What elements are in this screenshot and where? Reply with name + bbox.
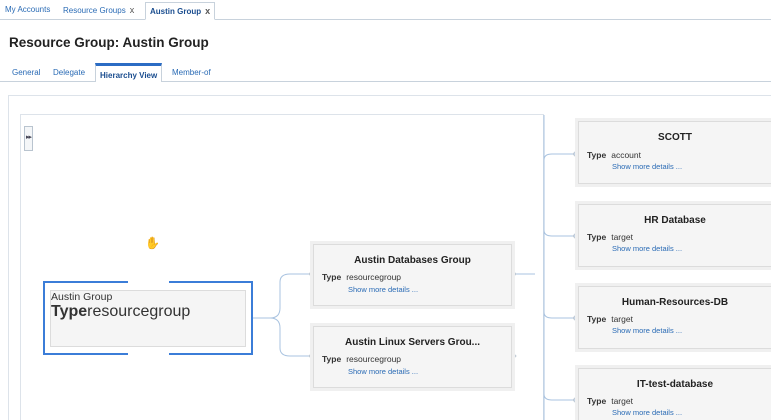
node-type: Type account (587, 150, 641, 160)
show-more-details-link[interactable]: Show more details ... (612, 408, 682, 417)
link-root-databases (253, 273, 311, 319)
node-austin-group[interactable]: Austin Group Typeresourcegroup (50, 290, 246, 347)
node-type: Type target (587, 396, 633, 406)
show-more-details-link[interactable]: Show more details ... (612, 244, 682, 253)
node-hr-database[interactable]: HR Database Type target Show more details… (578, 204, 771, 267)
show-more-details-link[interactable]: Show more details ... (612, 162, 682, 171)
link-root-linux (253, 317, 311, 357)
node-type: Type resourcegroup (322, 272, 401, 282)
node-type: Typeresourcegroup (51, 303, 245, 321)
node-name: Austin Linux Servers Grou... (344, 337, 481, 348)
type-value: account (611, 150, 641, 160)
node-austin-linux-servers-group[interactable]: Austin Linux Servers Grou... Type resourc… (313, 326, 512, 388)
type-label: Type (587, 150, 607, 160)
node-type: Type target (587, 314, 633, 324)
type-label: Type (322, 272, 342, 282)
node-name: IT-test-database (636, 379, 714, 390)
selection-gap (128, 279, 169, 283)
selection-gap (128, 353, 169, 357)
type-value: target (611, 232, 633, 242)
node-it-test-database[interactable]: IT-test-database Type target Show more de… (578, 368, 771, 420)
node-austin-databases-group[interactable]: Austin Databases Group Type resourcegroup… (313, 244, 512, 306)
node-human-resources-db[interactable]: Human-Resources-DB Type target Show more … (578, 286, 771, 349)
type-label: Type (587, 396, 607, 406)
type-label: Type (587, 314, 607, 324)
show-more-details-link[interactable]: Show more details ... (612, 326, 682, 335)
show-more-details-link[interactable]: Show more details ... (348, 285, 418, 294)
type-value: resourcegroup (346, 354, 402, 364)
type-value: resourcegroup (87, 303, 191, 320)
node-name: Human-Resources-DB (621, 297, 729, 308)
type-value: resourcegroup (346, 272, 402, 282)
node-type: Type resourcegroup (322, 354, 401, 364)
show-more-details-link[interactable]: Show more details ... (348, 367, 418, 376)
type-label: Type (322, 354, 342, 364)
node-name: SCOTT (658, 132, 692, 143)
node-name: Austin Databases Group (354, 255, 471, 266)
type-label: Type (587, 232, 607, 242)
node-name: HR Database (644, 215, 706, 226)
type-label: Type (51, 303, 88, 320)
type-value: target (611, 314, 633, 324)
type-value: target (611, 396, 633, 406)
node-name: Austin Group (51, 291, 113, 303)
node-scott[interactable]: SCOTT Type account Show more details ... (578, 121, 771, 184)
node-type: Type target (587, 232, 633, 242)
